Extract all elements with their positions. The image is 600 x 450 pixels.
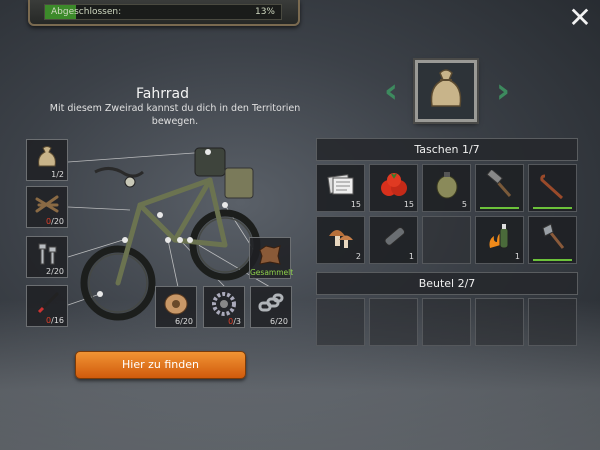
bag-slot[interactable] [422,298,471,346]
part-need: /20 [180,317,193,326]
inventory-slot-mushrooms[interactable]: 2 [316,216,365,264]
inventory-slot-pipe[interactable]: 1 [369,216,418,264]
gear-icon [212,292,236,316]
part-slot-chain[interactable]: 6/20 [250,286,292,328]
crowbar-icon [540,174,564,200]
completion-label: Abgeschlossen: [51,7,122,17]
bag-header: Beutel 2/7 [316,272,578,295]
inventory-slot-tomatoes[interactable]: 15 [369,164,418,212]
inventory-slot-canteen[interactable]: 5 [422,164,471,212]
part-slot-sack[interactable]: 1/2 [26,139,68,181]
sack-icon [38,146,56,167]
wooden-sticks-icon [35,195,59,213]
completion-progress-bar: Abgeschlossen: 13% [44,4,282,20]
part-need: /16 [51,316,64,325]
part-slot-wooden-sticks[interactable]: 0/20 [26,186,68,228]
bag-slot[interactable] [369,298,418,346]
chain-icon [258,293,284,312]
axe-icon [542,223,565,249]
inventory-slot-molotov[interactable]: 1 [475,216,524,264]
item-quantity: 15 [350,200,361,209]
part-need: /2 [56,170,64,179]
part-slot-bolts[interactable]: 2/20 [26,236,68,278]
item-quantity: 5 [461,200,467,209]
bolts-icon [38,243,57,265]
item-quantity: 2 [355,252,361,261]
canteen-icon [436,172,458,199]
item-description: Mit diesem Zweirad kannst du dich in den… [49,103,301,127]
item-quantity: 15 [403,200,414,209]
bag-slot[interactable] [316,298,365,346]
hammer-icon [486,170,512,197]
part-slot-leather[interactable]: Gesammelt [249,237,294,279]
part-collected-label: Gesammelt [250,268,294,277]
item-quantity: 1 [408,252,414,261]
newspapers-icon [327,174,354,195]
part-slot-rope-spool[interactable]: 6/20 [155,286,197,328]
close-button[interactable]: ✕ [566,4,594,32]
molotov-icon [489,224,509,249]
tomatoes-icon [381,173,407,196]
bag-slot[interactable] [528,298,577,346]
mushrooms-icon [329,230,353,248]
inventory-slot-crowbar[interactable] [528,164,577,212]
part-slot-gear[interactable]: 0/3 [203,286,245,328]
sack-icon [430,69,462,107]
pipe-icon [384,226,406,246]
inventory-slot-axe[interactable] [528,216,577,264]
find-here-button[interactable]: Hier zu finden [75,351,246,379]
item-title: Fahrrad [136,86,189,102]
item-preview-frame [415,60,477,122]
part-slot-metal-rod[interactable]: 0/16 [26,285,68,327]
next-item-arrow[interactable]: › [490,73,516,109]
pockets-header: Taschen 1/7 [316,138,578,161]
inventory-slot-hammer[interactable] [475,164,524,212]
part-need: /20 [51,217,64,226]
rope-spool-icon [164,293,188,315]
completion-percent: 13% [254,7,275,17]
part-need: /3 [233,317,241,326]
durability-bar [480,207,519,209]
durability-bar [533,207,572,209]
metal-rod-icon [37,292,59,314]
leather-icon [259,245,281,265]
part-need: /20 [51,267,64,276]
bag-slot[interactable] [475,298,524,346]
durability-bar [533,259,572,261]
inventory-slot-newspapers[interactable]: 15 [316,164,365,212]
inventory-slot-empty[interactable] [422,216,471,264]
completion-frame: Abgeschlossen: 13% [28,0,300,26]
part-need: /20 [275,317,288,326]
previous-item-arrow[interactable]: ‹ [378,73,404,109]
item-quantity: 1 [514,252,520,261]
